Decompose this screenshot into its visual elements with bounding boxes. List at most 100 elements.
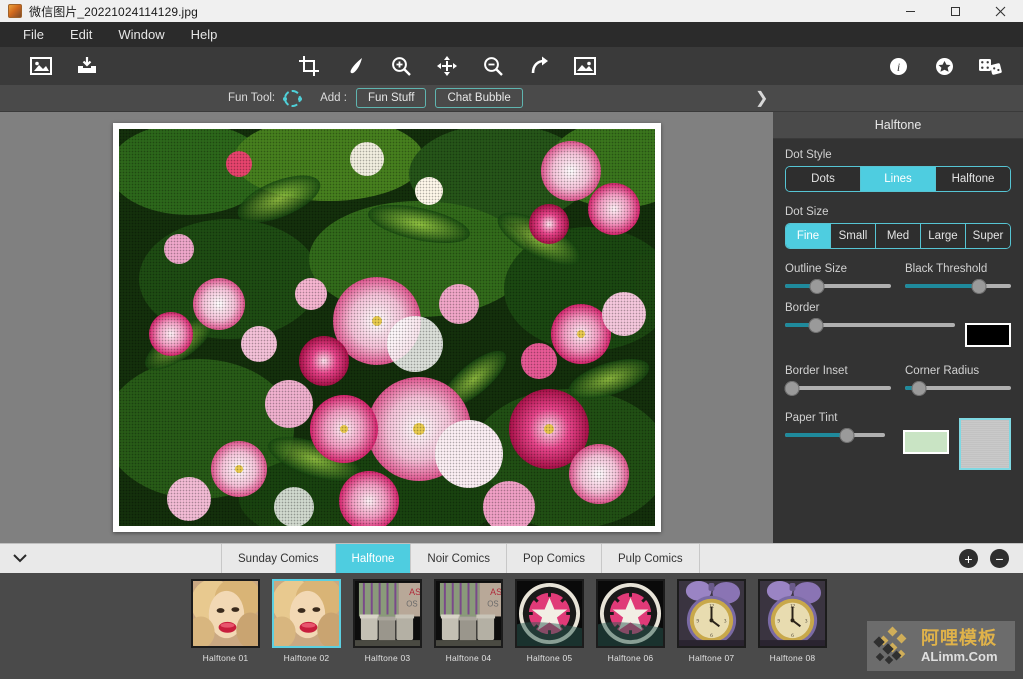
- settings-gear-icon[interactable]: [921, 47, 967, 85]
- preset-thumbnail-item[interactable]: Halftone 02: [266, 579, 347, 663]
- paper-tint-color-swatch[interactable]: [903, 430, 949, 454]
- save-image-icon[interactable]: [64, 47, 110, 85]
- open-image-icon[interactable]: [18, 47, 64, 85]
- preset-thumbnail-label: Halftone 03: [364, 653, 411, 663]
- border-slider[interactable]: [785, 317, 955, 333]
- preset-thumbnail-label: Halftone 08: [769, 653, 816, 663]
- border-inset-slider-group: Border Inset: [784, 365, 891, 396]
- watermark: 阿哩模板 ALimm.Com: [867, 621, 1015, 671]
- watermark-cn-text: 阿哩模板: [921, 628, 997, 648]
- tab-sunday-comics[interactable]: Sunday Comics: [222, 544, 336, 573]
- dot-size-label: Dot Size: [785, 206, 829, 218]
- svg-text:OS: OS: [487, 600, 498, 609]
- preset-thumbnail-label: Halftone 05: [526, 653, 573, 663]
- preset-thumbnail-item[interactable]: Halftone 06: [590, 579, 671, 663]
- zoom-in-icon[interactable]: [378, 47, 424, 85]
- chevron-down-icon[interactable]: [0, 544, 40, 573]
- svg-text:OS: OS: [406, 600, 417, 609]
- window-title: 微信图片_20221024114129.jpg: [29, 4, 198, 19]
- dashed-ellipse-select-icon[interactable]: [283, 89, 303, 107]
- preset-thumbnail-image[interactable]: AS OS: [434, 579, 503, 648]
- outline-threshold-row: Outline Size Black Threshold: [785, 263, 1011, 294]
- close-button[interactable]: [978, 0, 1023, 22]
- image-file-icon: [8, 4, 22, 18]
- fun-tool-bar: Fun Tool: Add : Fun Stuff Chat Bubble ❯: [0, 85, 1023, 112]
- preset-thumbnail-image[interactable]: 12369: [758, 579, 827, 648]
- paper-texture-swatch[interactable]: [959, 418, 1011, 470]
- tab-pop-comics[interactable]: Pop Comics: [507, 544, 603, 573]
- dot-size-option-med[interactable]: Med: [876, 224, 921, 248]
- info-icon[interactable]: i: [875, 47, 921, 85]
- black-threshold-slider-group: Black Threshold: [905, 263, 1011, 294]
- preset-thumbnail-image[interactable]: [191, 579, 260, 648]
- dot-size-group: Dot Size Fine Small Med Large Super: [785, 206, 1011, 249]
- minimize-button[interactable]: [888, 0, 933, 22]
- corner-radius-slider[interactable]: [905, 380, 1011, 396]
- outline-size-label: Outline Size: [785, 263, 848, 275]
- border-group: Border: [785, 302, 1011, 347]
- preset-thumbnail-item[interactable]: 12369 Halftone 07: [671, 579, 752, 663]
- dot-size-option-fine[interactable]: Fine: [786, 224, 831, 248]
- chat-bubble-button[interactable]: Chat Bubble: [435, 88, 523, 108]
- dice-icon[interactable]: [967, 47, 1013, 85]
- menu-file[interactable]: File: [10, 24, 57, 45]
- preset-thumbnail-image[interactable]: AS OS: [353, 579, 422, 648]
- maximize-button[interactable]: [933, 0, 978, 22]
- border-inset-slider[interactable]: [784, 380, 891, 396]
- preset-thumbnail-item[interactable]: AS OS Halftone 04: [428, 579, 509, 663]
- border-color-swatch[interactable]: [965, 323, 1011, 347]
- panel-title: Halftone: [773, 112, 1023, 139]
- menu-window[interactable]: Window: [105, 24, 177, 45]
- remove-preset-button[interactable]: −: [990, 549, 1009, 568]
- menu-edit[interactable]: Edit: [57, 24, 105, 45]
- black-threshold-label: Black Threshold: [905, 263, 988, 275]
- dot-style-option-halftone[interactable]: Halftone: [936, 167, 1010, 191]
- preset-thumbnail-label: Halftone 07: [688, 653, 735, 663]
- zoom-out-icon[interactable]: [470, 47, 516, 85]
- preset-tab-bar: Sunday Comics Halftone Noir Comics Pop C…: [0, 543, 1023, 573]
- preset-thumbnail-label: Halftone 06: [607, 653, 654, 663]
- preset-thumbnail-item[interactable]: 12369 Halftone 08: [752, 579, 833, 663]
- menu-help[interactable]: Help: [178, 24, 231, 45]
- outline-size-slider[interactable]: [785, 278, 891, 294]
- tab-halftone[interactable]: Halftone: [335, 544, 412, 573]
- diamond-grid-logo: [873, 626, 917, 666]
- dot-size-option-super[interactable]: Super: [966, 224, 1010, 248]
- border-label: Border: [785, 302, 820, 314]
- svg-text:AS: AS: [490, 587, 501, 597]
- tab-pulp-comics[interactable]: Pulp Comics: [602, 544, 700, 573]
- svg-text:AS: AS: [409, 587, 420, 597]
- preset-thumbnail-label: Halftone 02: [283, 653, 330, 663]
- preset-thumbnail-item[interactable]: AS OS Halftone 03: [347, 579, 428, 663]
- add-preset-button[interactable]: +: [959, 549, 978, 568]
- halftone-flowers-photo[interactable]: [118, 129, 655, 526]
- preset-thumbnail-item[interactable]: Halftone 01: [185, 579, 266, 663]
- corner-radius-label: Corner Radius: [905, 365, 980, 377]
- tab-noir-comics[interactable]: Noir Comics: [411, 544, 508, 573]
- preset-thumbnail-image[interactable]: [272, 579, 341, 648]
- paper-tint-label: Paper Tint: [785, 412, 838, 424]
- black-threshold-slider[interactable]: [905, 278, 1011, 294]
- photo-frame: [112, 123, 661, 532]
- fun-stuff-button[interactable]: Fun Stuff: [355, 88, 427, 108]
- dot-size-option-large[interactable]: Large: [921, 224, 966, 248]
- paper-tint-slider[interactable]: [785, 427, 885, 443]
- dot-style-option-dots[interactable]: Dots: [786, 167, 861, 191]
- compare-image-icon[interactable]: [562, 47, 608, 85]
- crop-icon[interactable]: [286, 47, 332, 85]
- preset-thumbnail-image[interactable]: 12369: [677, 579, 746, 648]
- dot-style-option-lines[interactable]: Lines: [861, 167, 936, 191]
- redo-icon[interactable]: [516, 47, 562, 85]
- chevron-right-icon[interactable]: ❯: [755, 88, 768, 108]
- dot-size-option-small[interactable]: Small: [831, 224, 876, 248]
- move-icon[interactable]: [424, 47, 470, 85]
- dot-size-segmented-control: Fine Small Med Large Super: [785, 223, 1011, 249]
- preset-thumbnail-image[interactable]: [515, 579, 584, 648]
- border-inset-label: Border Inset: [785, 365, 848, 377]
- preset-thumbnail-item[interactable]: Halftone 05: [509, 579, 590, 663]
- preset-thumbnail-image[interactable]: [596, 579, 665, 648]
- fun-tool-label: Fun Tool:: [228, 92, 276, 104]
- dot-style-group: Dot Style Dots Lines Halftone: [785, 149, 1011, 192]
- canvas-area[interactable]: [0, 112, 773, 543]
- brush-icon[interactable]: [332, 47, 378, 85]
